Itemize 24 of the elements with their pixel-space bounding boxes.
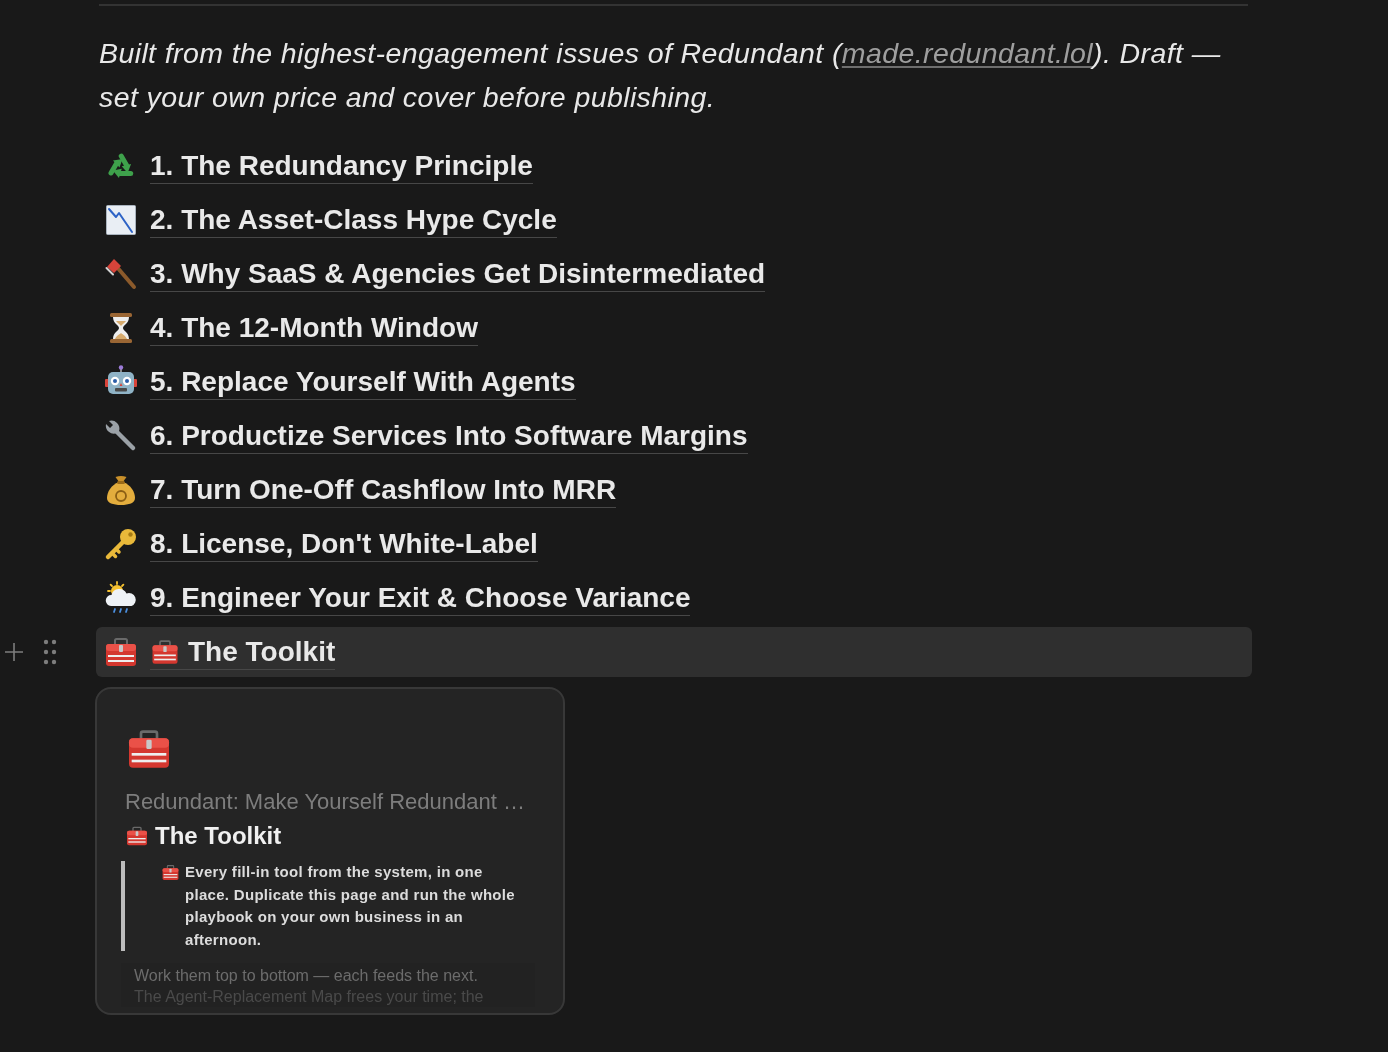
page-link[interactable]: 4. The 12-Month Window (150, 310, 478, 346)
intro-paragraph: Built from the highest-engagement issues of Redundant (made.redundant.lol). Draft — set your own price and cover before publishing. (99, 36, 1222, 115)
card-title: The Toolkit (155, 821, 282, 851)
page-preview-card[interactable] (95, 687, 565, 1015)
breadcrumb-text: Redundant: Make Yourself Redundant … (125, 789, 526, 815)
add-block-icon[interactable] (3, 641, 25, 663)
key-icon (103, 526, 139, 562)
page-link[interactable]: 9. Engineer Your Exit & Choose Variance (150, 580, 691, 616)
toolbox-icon (125, 824, 149, 848)
axe-icon (103, 256, 139, 292)
page-link[interactable]: 7. Turn One-Off Cashflow Into MRR (150, 472, 617, 508)
toolbox-icon (161, 863, 180, 882)
page-link[interactable]: 2. The Asset-Class Hype Cycle (150, 202, 557, 238)
sun-rain-cloud-icon (103, 580, 139, 616)
page-link[interactable]: 6. Productize Services Into Software Margins (150, 418, 748, 454)
preview-text: Work them top to bottom — each feeds the next. (134, 966, 479, 986)
page-link[interactable]: 1. The Redundancy Principle (150, 148, 533, 184)
drag-handle-icon[interactable] (43, 639, 57, 665)
page-link[interactable]: 5. Replace Yourself With Agents (150, 364, 576, 400)
falling-chart-icon (103, 202, 139, 238)
page-link[interactable]: 3. Why SaaS & Agencies Get Disintermediated (150, 256, 766, 292)
page-link[interactable]: The Toolkit (150, 634, 336, 670)
page-link[interactable]: 8. License, Don't White-Label (150, 526, 538, 562)
quote-text: Every fill-in tool from the system, in one place. Duplicate this page and run the whole playbook on your own business in an afternoon. (185, 862, 515, 950)
